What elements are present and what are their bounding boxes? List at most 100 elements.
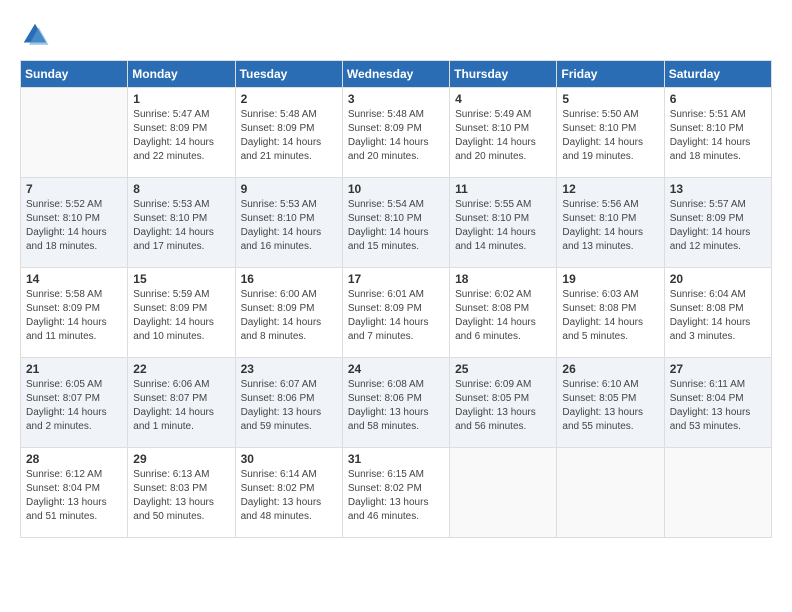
calendar-cell: 1 Sunrise: 5:47 AM Sunset: 8:09 PM Daylig…	[128, 88, 235, 178]
day-info: Sunrise: 5:57 AM Sunset: 8:09 PM Dayligh…	[670, 198, 766, 254]
calendar-cell: 30Sunrise: 6:14 AM Sunset: 8:02 PM Dayli…	[235, 448, 342, 538]
calendar-cell: 25 Sunrise: 6:09 AM Sunset: 8:05 PM Dayli…	[450, 358, 557, 448]
day-number: 19	[562, 272, 658, 286]
calendar-header-row: SundayMondayTuesdayWednesdayThursdayFrid…	[21, 61, 772, 88]
day-number: 2	[241, 92, 337, 106]
calendar-cell: 4Sunrise: 5:49 AM Sunset: 8:10 PM Daylig…	[450, 88, 557, 178]
calendar-cell: 18 Sunrise: 6:02 AM Sunset: 8:08 PM Dayli…	[450, 268, 557, 358]
day-number: 22	[133, 362, 229, 376]
day-info: Sunrise: 6:00 AM Sunset: 8:09 PM Dayligh…	[241, 288, 337, 344]
calendar-cell: 22 Sunrise: 6:06 AM Sunset: 8:07 PM Dayli…	[128, 358, 235, 448]
calendar-cell: 3 Sunrise: 5:48 AM Sunset: 8:09 PM Daylig…	[342, 88, 449, 178]
day-info: Sunrise: 6:11 AM Sunset: 8:04 PM Dayligh…	[670, 378, 766, 434]
day-info: Sunrise: 6:06 AM Sunset: 8:07 PM Dayligh…	[133, 378, 229, 434]
calendar-cell: 9 Sunrise: 5:53 AM Sunset: 8:10 PM Daylig…	[235, 178, 342, 268]
calendar-cell: 5 Sunrise: 5:50 AM Sunset: 8:10 PM Daylig…	[557, 88, 664, 178]
header-wednesday: Wednesday	[342, 61, 449, 88]
calendar-week-1: 1 Sunrise: 5:47 AM Sunset: 8:09 PM Daylig…	[21, 88, 772, 178]
day-info: Sunrise: 6:04 AM Sunset: 8:08 PM Dayligh…	[670, 288, 766, 344]
calendar-week-5: 28 Sunrise: 6:12 AM Sunset: 8:04 PM Dayli…	[21, 448, 772, 538]
day-number: 31	[348, 452, 444, 466]
day-info: Sunrise: 5:55 AM Sunset: 8:10 PM Dayligh…	[455, 198, 551, 254]
day-info: Sunrise: 6:05 AM Sunset: 8:07 PM Dayligh…	[26, 378, 122, 434]
calendar-cell: 12 Sunrise: 5:56 AM Sunset: 8:10 PM Dayli…	[557, 178, 664, 268]
day-info: Sunrise: 5:48 AM Sunset: 8:09 PM Dayligh…	[241, 108, 337, 164]
calendar-cell: 15 Sunrise: 5:59 AM Sunset: 8:09 PM Dayli…	[128, 268, 235, 358]
day-number: 1	[133, 92, 229, 106]
day-number: 5	[562, 92, 658, 106]
day-info: Sunrise: 6:07 AM Sunset: 8:06 PM Dayligh…	[241, 378, 337, 434]
day-info: Sunrise: 5:56 AM Sunset: 8:10 PM Dayligh…	[562, 198, 658, 254]
day-info: Sunrise: 5:58 AM Sunset: 8:09 PM Dayligh…	[26, 288, 122, 344]
day-info: Sunrise: 6:12 AM Sunset: 8:04 PM Dayligh…	[26, 468, 122, 524]
day-number: 26	[562, 362, 658, 376]
calendar-cell	[450, 448, 557, 538]
calendar-cell: 28 Sunrise: 6:12 AM Sunset: 8:04 PM Dayli…	[21, 448, 128, 538]
day-info: Sunrise: 5:53 AM Sunset: 8:10 PM Dayligh…	[133, 198, 229, 254]
day-info: Sunrise: 5:59 AM Sunset: 8:09 PM Dayligh…	[133, 288, 229, 344]
day-number: 24	[348, 362, 444, 376]
day-number: 15	[133, 272, 229, 286]
day-info: Sunrise: 6:09 AM Sunset: 8:05 PM Dayligh…	[455, 378, 551, 434]
day-number: 6	[670, 92, 766, 106]
day-number: 29	[133, 452, 229, 466]
day-number: 10	[348, 182, 444, 196]
calendar-cell	[557, 448, 664, 538]
day-number: 28	[26, 452, 122, 466]
day-number: 3	[348, 92, 444, 106]
logo	[20, 20, 54, 50]
calendar-cell: 23 Sunrise: 6:07 AM Sunset: 8:06 PM Dayli…	[235, 358, 342, 448]
calendar-cell: 26 Sunrise: 6:10 AM Sunset: 8:05 PM Dayli…	[557, 358, 664, 448]
calendar-cell: 16 Sunrise: 6:00 AM Sunset: 8:09 PM Dayli…	[235, 268, 342, 358]
day-number: 8	[133, 182, 229, 196]
day-number: 11	[455, 182, 551, 196]
day-number: 23	[241, 362, 337, 376]
day-number: 21	[26, 362, 122, 376]
calendar-cell: 20 Sunrise: 6:04 AM Sunset: 8:08 PM Dayli…	[664, 268, 771, 358]
day-info: Sunrise: 5:47 AM Sunset: 8:09 PM Dayligh…	[133, 108, 229, 164]
day-info: Sunrise: 6:08 AM Sunset: 8:06 PM Dayligh…	[348, 378, 444, 434]
calendar-week-4: 21 Sunrise: 6:05 AM Sunset: 8:07 PM Dayli…	[21, 358, 772, 448]
day-number: 4	[455, 92, 551, 106]
header-monday: Monday	[128, 61, 235, 88]
day-number: 20	[670, 272, 766, 286]
header-sunday: Sunday	[21, 61, 128, 88]
day-info: Sunrise: 5:52 AM Sunset: 8:10 PM Dayligh…	[26, 198, 122, 254]
calendar-cell: 11 Sunrise: 5:55 AM Sunset: 8:10 PM Dayli…	[450, 178, 557, 268]
day-number: 12	[562, 182, 658, 196]
calendar-cell: 27Sunrise: 6:11 AM Sunset: 8:04 PM Dayli…	[664, 358, 771, 448]
day-number: 14	[26, 272, 122, 286]
day-info: Sunrise: 6:01 AM Sunset: 8:09 PM Dayligh…	[348, 288, 444, 344]
day-info: Sunrise: 6:03 AM Sunset: 8:08 PM Dayligh…	[562, 288, 658, 344]
day-number: 9	[241, 182, 337, 196]
calendar-week-3: 14 Sunrise: 5:58 AM Sunset: 8:09 PM Dayli…	[21, 268, 772, 358]
day-info: Sunrise: 6:14 AM Sunset: 8:02 PM Dayligh…	[241, 468, 337, 524]
day-info: Sunrise: 5:53 AM Sunset: 8:10 PM Dayligh…	[241, 198, 337, 254]
day-number: 13	[670, 182, 766, 196]
header	[20, 20, 772, 50]
day-number: 25	[455, 362, 551, 376]
day-info: Sunrise: 5:54 AM Sunset: 8:10 PM Dayligh…	[348, 198, 444, 254]
calendar-cell: 14 Sunrise: 5:58 AM Sunset: 8:09 PM Dayli…	[21, 268, 128, 358]
day-info: Sunrise: 5:51 AM Sunset: 8:10 PM Dayligh…	[670, 108, 766, 164]
day-info: Sunrise: 6:02 AM Sunset: 8:08 PM Dayligh…	[455, 288, 551, 344]
calendar-cell: 19 Sunrise: 6:03 AM Sunset: 8:08 PM Dayli…	[557, 268, 664, 358]
calendar-cell	[664, 448, 771, 538]
calendar-cell: 7Sunrise: 5:52 AM Sunset: 8:10 PM Daylig…	[21, 178, 128, 268]
calendar-cell: 29 Sunrise: 6:13 AM Sunset: 8:03 PM Dayli…	[128, 448, 235, 538]
calendar-cell	[21, 88, 128, 178]
calendar-cell: 8 Sunrise: 5:53 AM Sunset: 8:10 PM Daylig…	[128, 178, 235, 268]
day-number: 16	[241, 272, 337, 286]
logo-icon	[20, 20, 50, 50]
day-info: Sunrise: 6:13 AM Sunset: 8:03 PM Dayligh…	[133, 468, 229, 524]
day-info: Sunrise: 6:10 AM Sunset: 8:05 PM Dayligh…	[562, 378, 658, 434]
calendar-cell: 10 Sunrise: 5:54 AM Sunset: 8:10 PM Dayli…	[342, 178, 449, 268]
day-number: 17	[348, 272, 444, 286]
header-friday: Friday	[557, 61, 664, 88]
calendar-cell: 13 Sunrise: 5:57 AM Sunset: 8:09 PM Dayli…	[664, 178, 771, 268]
day-info: Sunrise: 5:48 AM Sunset: 8:09 PM Dayligh…	[348, 108, 444, 164]
calendar-cell: 2 Sunrise: 5:48 AM Sunset: 8:09 PM Daylig…	[235, 88, 342, 178]
day-info: Sunrise: 6:15 AM Sunset: 8:02 PM Dayligh…	[348, 468, 444, 524]
day-info: Sunrise: 5:50 AM Sunset: 8:10 PM Dayligh…	[562, 108, 658, 164]
day-number: 18	[455, 272, 551, 286]
